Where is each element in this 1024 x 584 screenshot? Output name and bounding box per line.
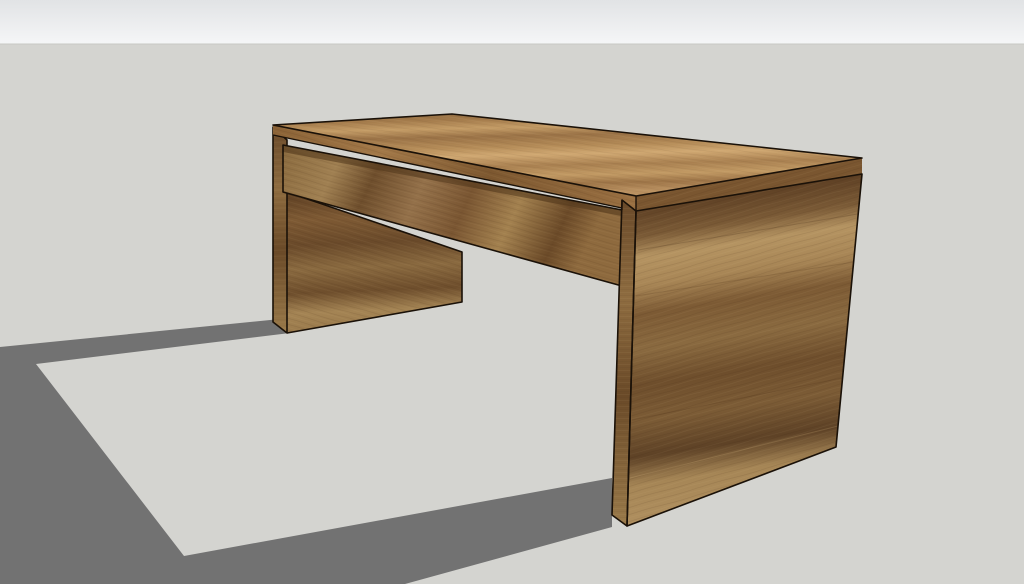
- modeling-viewport[interactable]: [0, 0, 1024, 584]
- sky-band: [0, 0, 1024, 44]
- desk-scene[interactable]: [0, 0, 1024, 584]
